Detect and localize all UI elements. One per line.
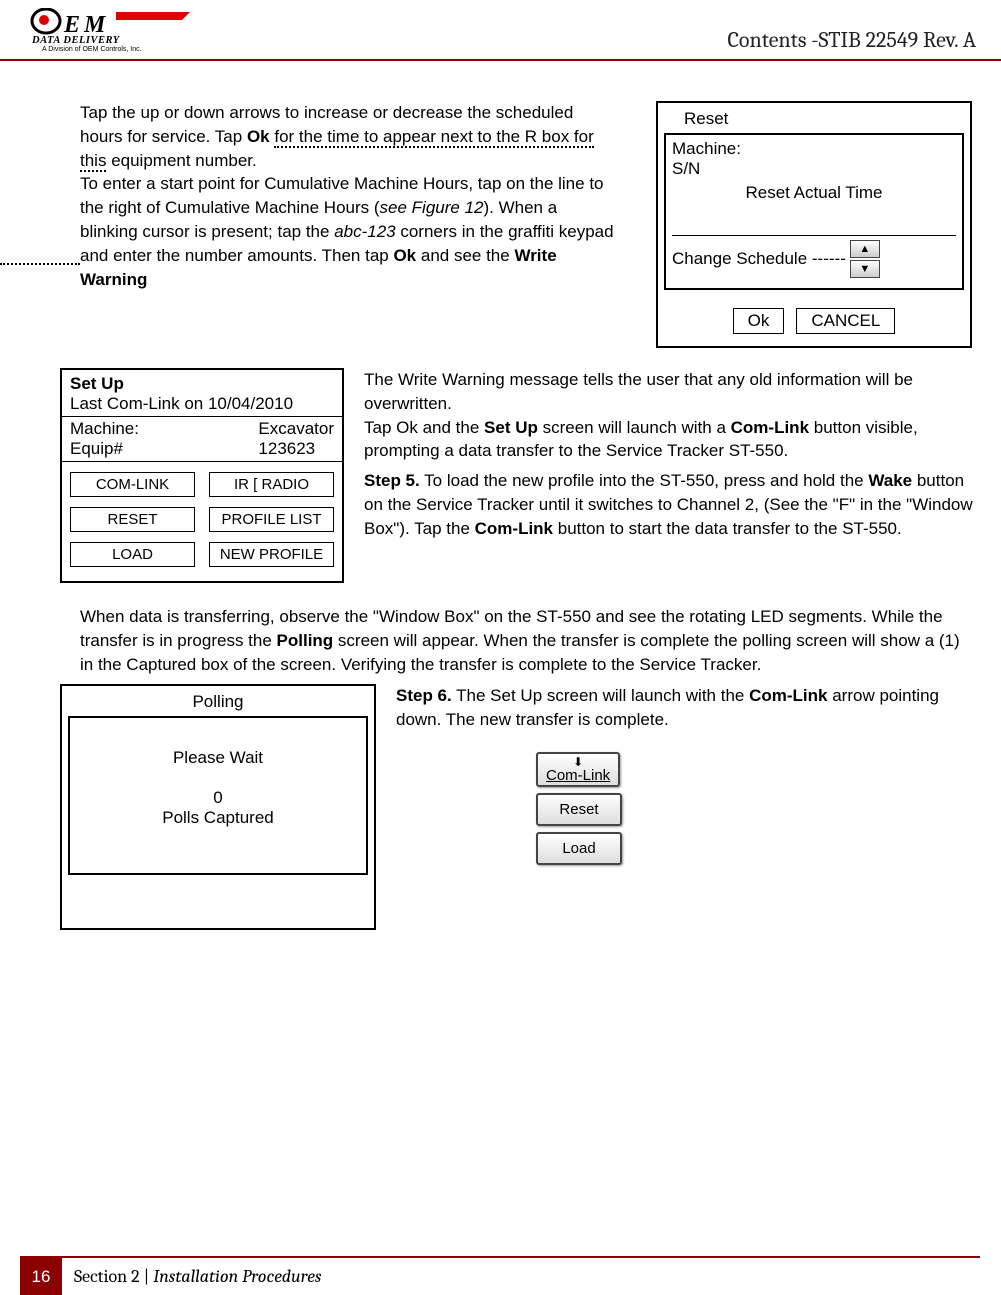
ok-button[interactable]: Ok [733, 308, 785, 334]
text: and see the [416, 246, 514, 265]
comlink-img-button: ⬇ Com-Link [536, 752, 620, 787]
page-header: E M DATA DELIVERY A Division of OEM Cont… [0, 0, 1001, 61]
comlink-button[interactable]: COM-LINK [70, 472, 195, 497]
text: button to start the data transfer to the… [553, 519, 902, 538]
paragraph-write-warning: The Write Warning message tells the user… [364, 368, 976, 541]
arrow-up-button[interactable]: ▲ [850, 240, 880, 258]
text-bold: Com-Link [749, 686, 827, 705]
arrow-down-button[interactable]: ▼ [850, 260, 880, 278]
page-number: 16 [20, 1258, 62, 1295]
text-italic: see Figure 12 [380, 198, 484, 217]
text-bold: Set Up [484, 418, 538, 437]
step5-label: Step 5. [364, 471, 420, 490]
polls-captured-label: Polls Captured [80, 808, 356, 828]
header-title: Contents -STIB 22549 Rev. A [728, 27, 977, 55]
reset-button[interactable]: RESET [70, 507, 195, 532]
text: The Set Up screen will launch with the [452, 686, 749, 705]
text: equipment number. [106, 151, 256, 170]
equip-value: 123623 [258, 439, 334, 459]
reset-img-button: Reset [536, 793, 622, 826]
new-profile-button[interactable]: NEW PROFILE [209, 542, 334, 567]
cancel-button[interactable]: CANCEL [796, 308, 895, 334]
reset-dialog: Reset Machine: S/N Reset Actual Time Cha… [656, 101, 972, 348]
reset-actual-time: Reset Actual Time [672, 183, 956, 203]
text: Tap Ok and the [364, 418, 484, 437]
change-schedule-label: Change Schedule ------ [672, 249, 846, 269]
text: screen will launch with a [538, 418, 731, 437]
polling-dialog: Polling Please Wait 0 Polls Captured [60, 684, 376, 930]
text-bold: Ok [247, 127, 270, 146]
text-bold: Wake [868, 471, 912, 490]
polling-panel: Please Wait 0 Polls Captured [68, 716, 368, 875]
polling-title: Polling [68, 692, 368, 712]
reset-sn-label: S/N [672, 159, 956, 179]
comlink-buttons-image: ⬇ Com-Link Reset Load [536, 752, 976, 865]
setup-title: Set Up [70, 374, 334, 394]
equip-label: Equip# [70, 439, 139, 459]
text-bold: Ok [393, 246, 416, 265]
load-button[interactable]: LOAD [70, 542, 195, 567]
reset-title: Reset [664, 109, 964, 129]
machine-label: Machine: [70, 419, 139, 439]
text-italic: abc-123 [334, 222, 395, 241]
text-bold: Polling [277, 631, 334, 650]
machine-value: Excavator [258, 419, 334, 439]
reset-panel: Machine: S/N Reset Actual Time Change Sc… [664, 133, 964, 290]
ir-radio-button[interactable]: IR [ RADIO [209, 472, 334, 497]
step6-label: Step 6. [396, 686, 452, 705]
page-footer: 16 Section 2 | Installation Procedures [20, 1256, 980, 1295]
setup-info: Machine: Equip# Excavator 123623 [62, 416, 342, 462]
logo: E M DATA DELIVERY A Division of OEM Cont… [30, 8, 200, 55]
dotted-line-left [0, 263, 80, 265]
footer-text: Section 2 | Installation Procedures [62, 1258, 333, 1295]
setup-last-comlink: Last Com-Link on 10/04/2010 [70, 394, 334, 414]
text-bold: Com-Link [731, 418, 809, 437]
polls-count: 0 [80, 788, 356, 808]
reset-machine-label: Machine: [672, 139, 956, 159]
text-bold: Com-Link [475, 519, 553, 538]
svg-text:DATA DELIVERY: DATA DELIVERY [31, 35, 121, 46]
please-wait-label: Please Wait [80, 748, 356, 768]
setup-dialog: Set Up Last Com-Link on 10/04/2010 Machi… [60, 368, 344, 583]
step6-block: Step 6. The Set Up screen will launch wi… [396, 684, 976, 865]
svg-text:A Division of OEM Controls, In: A Division of OEM Controls, Inc. [42, 46, 142, 52]
text: To load the new profile into the ST-550,… [420, 471, 869, 490]
text: The Write Warning message tells the user… [364, 370, 913, 413]
paragraph-transfer: When data is transferring, observe the "… [80, 605, 966, 676]
profile-list-button[interactable]: PROFILE LIST [209, 507, 334, 532]
footer-section: Section 2 | [74, 1266, 153, 1287]
footer-title: Installation Procedures [153, 1266, 321, 1287]
load-img-button: Load [536, 832, 622, 865]
paragraph-instructions: Tap the up or down arrows to increase or… [20, 101, 616, 348]
